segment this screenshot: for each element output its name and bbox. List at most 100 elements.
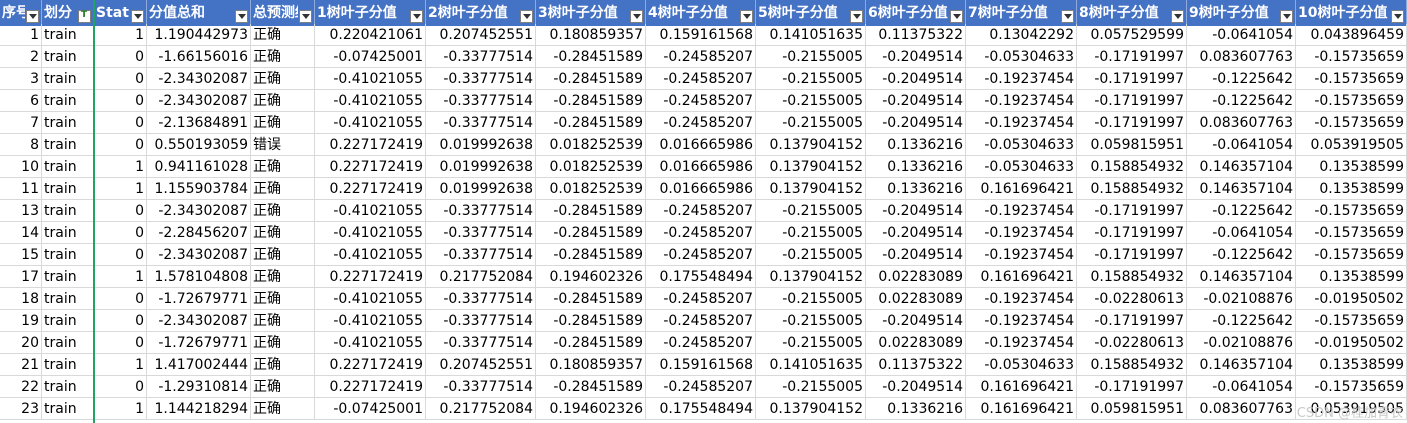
column-header-11[interactable]: 6树叶子分值	[866, 0, 966, 26]
table-cell[interactable]: -0.24585207	[646, 288, 756, 310]
table-cell[interactable]: -0.2155005	[756, 222, 866, 244]
table-cell[interactable]: 0.057529599	[1077, 24, 1187, 46]
table-cell[interactable]: 0.018252539	[536, 178, 646, 200]
table-cell[interactable]: 0.019992638	[426, 134, 536, 156]
table-cell[interactable]: -0.24585207	[646, 68, 756, 90]
table-cell[interactable]: 0	[94, 90, 147, 112]
table-cell[interactable]: -0.2049514	[866, 200, 966, 222]
table-cell[interactable]: 0.161696421	[966, 376, 1077, 398]
table-cell[interactable]: -0.17191997	[1077, 112, 1187, 134]
table-cell[interactable]: -0.2049514	[866, 310, 966, 332]
table-cell[interactable]: train	[42, 288, 94, 310]
table-cell[interactable]: 1	[94, 266, 147, 288]
table-cell[interactable]: -0.19237454	[966, 310, 1077, 332]
table-cell[interactable]: 正确	[251, 112, 315, 134]
table-cell[interactable]: -0.33777514	[426, 200, 536, 222]
table-cell[interactable]: train	[42, 200, 94, 222]
table-cell[interactable]: 0.227172419	[315, 376, 426, 398]
filter-dropdown-icon[interactable]	[235, 10, 248, 23]
table-cell[interactable]: 10	[0, 156, 42, 178]
table-cell[interactable]: -2.34302087	[147, 90, 251, 112]
table-cell[interactable]: 0	[94, 68, 147, 90]
table-cell[interactable]: 21	[0, 354, 42, 376]
table-cell[interactable]: 0.194602326	[536, 398, 646, 420]
filter-dropdown-icon[interactable]	[1391, 10, 1404, 23]
table-cell[interactable]: 0.550193059	[147, 134, 251, 156]
table-cell[interactable]: 0	[94, 310, 147, 332]
table-cell[interactable]: -0.24585207	[646, 332, 756, 354]
table-cell[interactable]: 正确	[251, 398, 315, 420]
table-cell[interactable]: 0.161696421	[966, 178, 1077, 200]
table-cell[interactable]: -0.17191997	[1077, 244, 1187, 266]
table-cell[interactable]: -0.2155005	[756, 112, 866, 134]
table-cell[interactable]: -0.33777514	[426, 288, 536, 310]
table-cell[interactable]: -0.33777514	[426, 112, 536, 134]
filter-dropdown-icon[interactable]	[740, 10, 753, 23]
table-cell[interactable]: 0	[94, 288, 147, 310]
table-cell[interactable]: -0.02108876	[1187, 332, 1296, 354]
table-cell[interactable]: -0.15735659	[1296, 46, 1407, 68]
table-cell[interactable]: 0.13538599	[1296, 266, 1407, 288]
table-cell[interactable]: 0.159161568	[646, 354, 756, 376]
table-cell[interactable]: 1.417002444	[147, 354, 251, 376]
table-cell[interactable]: 0.13538599	[1296, 156, 1407, 178]
table-cell[interactable]: -0.28451589	[536, 376, 646, 398]
table-cell[interactable]: 0.207452551	[426, 354, 536, 376]
table-cell[interactable]: -0.2155005	[756, 310, 866, 332]
column-header-12[interactable]: 7树叶子分值	[966, 0, 1077, 26]
table-cell[interactable]: -0.2049514	[866, 376, 966, 398]
table-cell[interactable]: -0.15735659	[1296, 200, 1407, 222]
table-cell[interactable]: -0.01950502	[1296, 332, 1407, 354]
table-cell[interactable]: 0.194602326	[536, 266, 646, 288]
table-cell[interactable]: 0.053919505	[1296, 134, 1407, 156]
table-cell[interactable]: -0.28451589	[536, 332, 646, 354]
table-cell[interactable]: 正确	[251, 68, 315, 90]
table-cell[interactable]: 19	[0, 310, 42, 332]
table-cell[interactable]: -0.33777514	[426, 310, 536, 332]
table-cell[interactable]: -1.29310814	[147, 376, 251, 398]
table-cell[interactable]: 0.941161028	[147, 156, 251, 178]
table-cell[interactable]: -0.2049514	[866, 222, 966, 244]
table-cell[interactable]: -0.24585207	[646, 46, 756, 68]
filter-dropdown-icon[interactable]	[1280, 10, 1293, 23]
table-cell[interactable]: 0.019992638	[426, 156, 536, 178]
table-cell[interactable]: 0.1336216	[866, 134, 966, 156]
table-cell[interactable]: 0.146357104	[1187, 156, 1296, 178]
table-cell[interactable]: 0.137904152	[756, 156, 866, 178]
table-cell[interactable]: 22	[0, 376, 42, 398]
table-cell[interactable]: -0.02280613	[1077, 332, 1187, 354]
table-cell[interactable]: -0.1225642	[1187, 68, 1296, 90]
table-cell[interactable]: -1.72679771	[147, 332, 251, 354]
column-header-15[interactable]: 10树叶子分值	[1296, 0, 1407, 26]
table-cell[interactable]: 18	[0, 288, 42, 310]
table-cell[interactable]: -0.0641054	[1187, 376, 1296, 398]
table-cell[interactable]: 0.083607763	[1187, 46, 1296, 68]
table-cell[interactable]: 0.13538599	[1296, 354, 1407, 376]
filter-dropdown-icon[interactable]	[950, 10, 963, 23]
table-cell[interactable]: train	[42, 134, 94, 156]
table-cell[interactable]: 0.137904152	[756, 266, 866, 288]
table-cell[interactable]: 1.190442973	[147, 24, 251, 46]
filter-dropdown-icon[interactable]	[850, 10, 863, 23]
table-cell[interactable]: -0.0641054	[1187, 134, 1296, 156]
column-header-13[interactable]: 8树叶子分值	[1077, 0, 1187, 26]
table-cell[interactable]: 23	[0, 398, 42, 420]
table-cell[interactable]: 0.02283089	[866, 266, 966, 288]
table-cell[interactable]: 正确	[251, 310, 315, 332]
table-cell[interactable]: 错误	[251, 134, 315, 156]
table-cell[interactable]: 0.137904152	[756, 398, 866, 420]
table-cell[interactable]: -0.2155005	[756, 46, 866, 68]
filter-dropdown-icon[interactable]	[1171, 10, 1184, 23]
table-cell[interactable]: 0.018252539	[536, 134, 646, 156]
table-cell[interactable]: 3	[0, 68, 42, 90]
table-cell[interactable]: 正确	[251, 332, 315, 354]
table-cell[interactable]: 1.155903784	[147, 178, 251, 200]
column-header-2[interactable]: 划分	[42, 0, 94, 26]
table-cell[interactable]: -0.2155005	[756, 68, 866, 90]
table-cell[interactable]: 0.11375322	[866, 354, 966, 376]
table-cell[interactable]: 0.016665986	[646, 178, 756, 200]
table-cell[interactable]: -0.17191997	[1077, 46, 1187, 68]
table-cell[interactable]: 0.227172419	[315, 266, 426, 288]
table-cell[interactable]: 0.159161568	[646, 24, 756, 46]
table-cell[interactable]: -0.15735659	[1296, 90, 1407, 112]
